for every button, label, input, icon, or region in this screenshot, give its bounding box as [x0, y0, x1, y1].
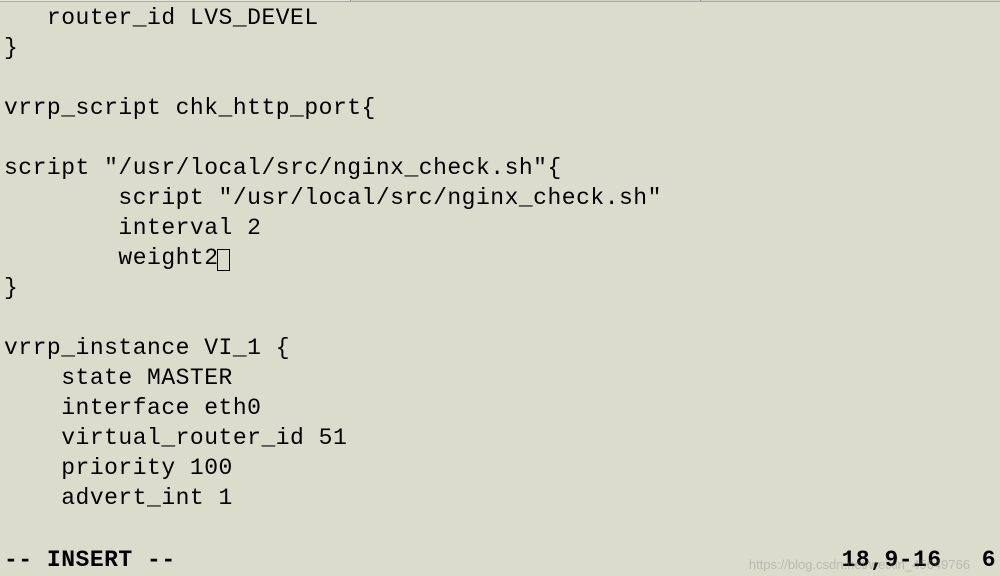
text-cursor [217, 249, 230, 271]
code-line: script "/usr/local/src/nginx_check.sh" [4, 184, 996, 214]
code-line: } [4, 274, 996, 304]
code-line [4, 304, 996, 334]
vim-scroll-position: 6 [982, 546, 996, 576]
code-line: } [4, 34, 996, 64]
code-line: virtual_router_id 51 [4, 424, 996, 454]
vim-mode-indicator: -- INSERT -- [4, 546, 176, 576]
csdn-watermark: https://blog.csdn.net/weixin_45649766 [749, 557, 970, 574]
code-line: vrrp_script chk_http_port{ [4, 94, 996, 124]
code-line: weight2 [4, 244, 996, 274]
code-line: router_id LVS_DEVEL [4, 4, 996, 34]
code-line: vrrp_instance VI_1 { [4, 334, 996, 364]
code-line: priority 100 [4, 454, 996, 484]
window-top-border [0, 0, 1000, 2]
code-line: script "/usr/local/src/nginx_check.sh"{ [4, 154, 996, 184]
code-line: interface eth0 [4, 394, 996, 424]
vim-editor-content[interactable]: router_id LVS_DEVEL} vrrp_script chk_http… [0, 0, 1000, 546]
code-line [4, 64, 996, 94]
code-line: advert_int 1 [4, 484, 996, 514]
code-line: interval 2 [4, 214, 996, 244]
code-line: state MASTER [4, 364, 996, 394]
code-line [4, 124, 996, 154]
